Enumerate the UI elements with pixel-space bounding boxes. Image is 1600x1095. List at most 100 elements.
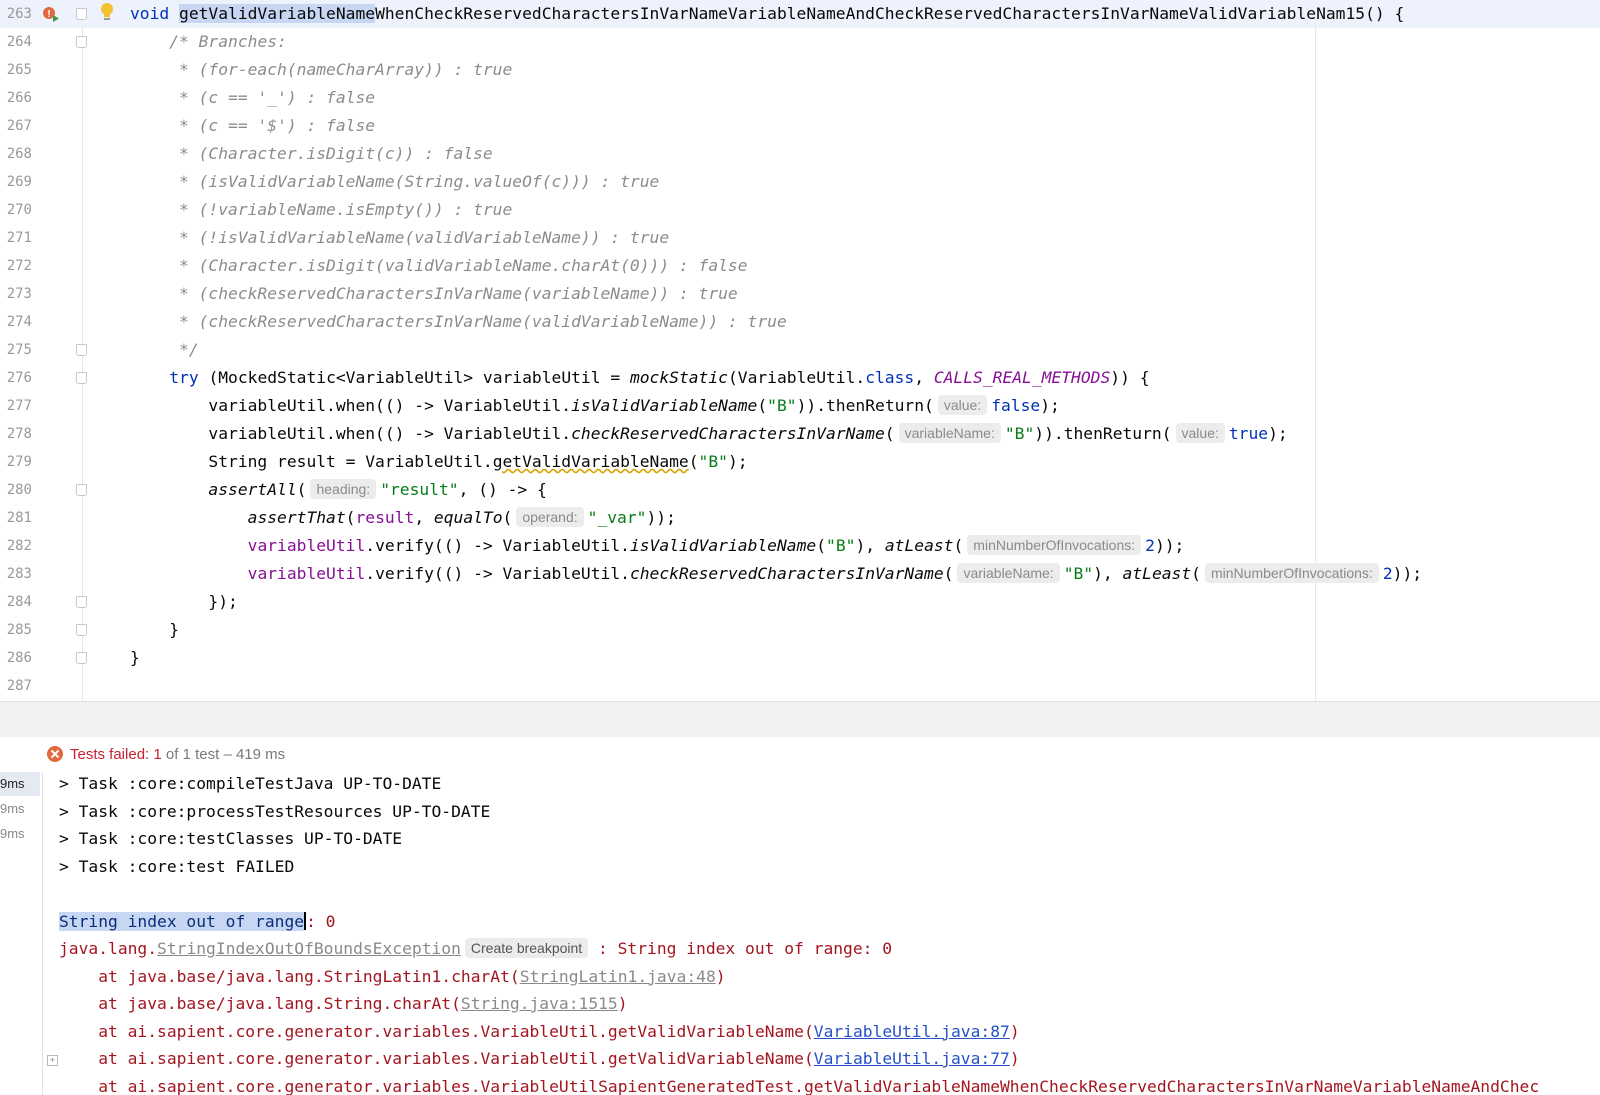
code-line[interactable]: 267 * (c == '$') : false — [0, 112, 1600, 140]
code-line[interactable]: 283 variableUtil.verify(() -> VariableUt… — [0, 560, 1600, 588]
test-duration[interactable]: 9ms — [0, 797, 25, 821]
fold-marker-icon[interactable] — [76, 36, 87, 48]
code-text[interactable]: variableUtil.verify(() -> VariableUtil.i… — [130, 532, 1184, 560]
run-test-failed-icon[interactable]: ! — [42, 5, 60, 27]
console-output[interactable]: > Task :core:compileTestJava UP-TO-DATE >… — [44, 772, 1600, 1095]
line-number[interactable]: 272 — [0, 252, 32, 280]
line-number[interactable]: 271 — [0, 224, 32, 252]
line-number[interactable]: 282 — [0, 532, 32, 560]
code-text[interactable]: try (MockedStatic<VariableUtil> variable… — [130, 364, 1149, 392]
fold-marker-icon[interactable] — [76, 596, 87, 608]
line-number[interactable]: 267 — [0, 112, 32, 140]
source-link[interactable]: VariableUtil.java:77 — [814, 1049, 1010, 1068]
line-number[interactable]: 278 — [0, 420, 32, 448]
code-text[interactable]: variableUtil.when(() -> VariableUtil.che… — [130, 420, 1288, 448]
fold-marker-icon[interactable] — [76, 8, 87, 20]
test-duration[interactable]: 9ms — [0, 822, 25, 846]
console-line[interactable]: at java.base/java.lang.StringLatin1.char… — [59, 963, 725, 991]
line-number[interactable]: 264 — [0, 28, 32, 56]
line-number[interactable]: 270 — [0, 196, 32, 224]
line-number[interactable]: 276 — [0, 364, 32, 392]
console-line[interactable]: at java.base/java.lang.String.charAt(Str… — [59, 990, 627, 1018]
code-text[interactable]: * (c == '$') : false — [130, 112, 375, 140]
source-link[interactable]: VariableUtil.java:87 — [814, 1022, 1010, 1041]
code-line[interactable]: 279 String result = VariableUtil.getVali… — [0, 448, 1600, 476]
console-line[interactable]: java.lang.StringIndexOutOfBoundsExceptio… — [59, 935, 892, 963]
code-text[interactable]: * (checkReservedCharactersInVarName(vari… — [130, 280, 738, 308]
console-line[interactable]: > Task :core:compileTestJava UP-TO-DATE — [59, 772, 441, 798]
console-line[interactable]: at ai.sapient.core.generator.variables.V… — [59, 1045, 1019, 1073]
code-text[interactable]: * (isValidVariableName(String.valueOf(c)… — [130, 168, 659, 196]
source-link[interactable]: String.java:1515 — [461, 994, 618, 1013]
code-text[interactable]: * (!variableName.isEmpty()) : true — [130, 196, 512, 224]
expand-icon[interactable]: + — [47, 1055, 58, 1066]
code-text[interactable]: * (for-each(nameCharArray)) : true — [130, 56, 512, 84]
line-number[interactable]: 269 — [0, 168, 32, 196]
code-line[interactable]: 269 * (isValidVariableName(String.valueO… — [0, 168, 1600, 196]
line-number[interactable]: 273 — [0, 280, 32, 308]
line-number[interactable]: 283 — [0, 560, 32, 588]
code-line[interactable]: 263! void getValidVariableNameWhenCheckRe… — [0, 0, 1600, 28]
console-line[interactable]: String index out of range: 0 — [59, 908, 335, 936]
code-line[interactable]: 273 * (checkReservedCharactersInVarName(… — [0, 280, 1600, 308]
code-line[interactable]: 272 * (Character.isDigit(validVariableNa… — [0, 252, 1600, 280]
line-number[interactable]: 274 — [0, 308, 32, 336]
code-line[interactable]: 278 variableUtil.when(() -> VariableUtil… — [0, 420, 1600, 448]
code-line[interactable]: 287 — [0, 672, 1600, 700]
console-line[interactable]: at ai.sapient.core.generator.variables.V… — [59, 1073, 1539, 1095]
code-line[interactable]: 264 /* Branches: — [0, 28, 1600, 56]
code-text[interactable]: } — [130, 644, 140, 672]
code-text[interactable]: } — [130, 616, 179, 644]
code-line[interactable]: 286} — [0, 644, 1600, 672]
console-line[interactable]: > Task :core:testClasses UP-TO-DATE — [59, 825, 402, 853]
fold-marker-icon[interactable] — [76, 344, 87, 356]
code-text[interactable]: * (Character.isDigit(validVariableName.c… — [130, 252, 748, 280]
line-number[interactable]: 263 — [0, 0, 32, 28]
panel-splitter[interactable] — [0, 701, 1600, 737]
line-number[interactable]: 284 — [0, 588, 32, 616]
code-line[interactable]: 266 * (c == '_') : false — [0, 84, 1600, 112]
console-line[interactable]: > Task :core:test FAILED — [59, 853, 294, 881]
code-line[interactable]: 270 * (!variableName.isEmpty()) : true — [0, 196, 1600, 224]
code-text[interactable]: * (!isValidVariableName(validVariableNam… — [130, 224, 669, 252]
line-number[interactable]: 275 — [0, 336, 32, 364]
code-line[interactable]: 265 * (for-each(nameCharArray)) : true — [0, 56, 1600, 84]
fold-marker-icon[interactable] — [76, 372, 87, 384]
code-line[interactable]: 284 }); — [0, 588, 1600, 616]
line-number[interactable]: 281 — [0, 504, 32, 532]
code-line[interactable]: 275 */ — [0, 336, 1600, 364]
code-text[interactable]: assertAll(heading: "result", () -> { — [130, 476, 547, 504]
code-line[interactable]: 277 variableUtil.when(() -> VariableUtil… — [0, 392, 1600, 420]
code-line[interactable]: 285 } — [0, 616, 1600, 644]
code-text[interactable]: /* Branches: — [130, 28, 287, 56]
lightbulb-icon[interactable] — [100, 2, 114, 26]
line-number[interactable]: 279 — [0, 448, 32, 476]
console-line[interactable]: at ai.sapient.core.generator.variables.V… — [59, 1018, 1019, 1046]
code-text[interactable]: String result = VariableUtil.getValidVar… — [130, 448, 747, 476]
fold-marker-icon[interactable] — [76, 652, 87, 664]
code-text[interactable]: * (checkReservedCharactersInVarName(vali… — [130, 308, 787, 336]
console-line[interactable]: > Task :core:processTestResources UP-TO-… — [59, 798, 490, 826]
code-line[interactable]: 274 * (checkReservedCharactersInVarName(… — [0, 308, 1600, 336]
line-number[interactable]: 285 — [0, 616, 32, 644]
code-text[interactable]: * (c == '_') : false — [130, 84, 375, 112]
code-text[interactable]: void getValidVariableNameWhenCheckReserv… — [130, 0, 1404, 28]
source-link[interactable]: StringLatin1.java:48 — [520, 967, 716, 986]
fold-marker-icon[interactable] — [76, 484, 87, 496]
line-number[interactable]: 277 — [0, 392, 32, 420]
test-duration[interactable]: 9ms — [0, 772, 40, 796]
line-number[interactable]: 287 — [0, 672, 32, 700]
line-number[interactable]: 286 — [0, 644, 32, 672]
source-link[interactable]: StringIndexOutOfBoundsException — [157, 939, 461, 958]
test-tree[interactable]: 9ms 9ms 9ms — [0, 772, 43, 1095]
code-line[interactable]: 282 variableUtil.verify(() -> VariableUt… — [0, 532, 1600, 560]
code-text[interactable]: variableUtil.when(() -> VariableUtil.isV… — [130, 392, 1060, 420]
code-line[interactable]: 281 assertThat(result, equalTo(operand: "… — [0, 504, 1600, 532]
code-text[interactable]: */ — [130, 336, 199, 364]
code-editor[interactable]: 263! void getValidVariableNameWhenCheckRe… — [0, 0, 1600, 701]
code-text[interactable]: * (Character.isDigit(c)) : false — [130, 140, 493, 168]
code-line[interactable]: 271 * (!isValidVariableName(validVariabl… — [0, 224, 1600, 252]
code-line[interactable]: 276 try (MockedStatic<VariableUtil> vari… — [0, 364, 1600, 392]
code-line[interactable]: 280 assertAll(heading: "result", () -> { — [0, 476, 1600, 504]
create-breakpoint-button[interactable]: Create breakpoint — [464, 938, 589, 958]
